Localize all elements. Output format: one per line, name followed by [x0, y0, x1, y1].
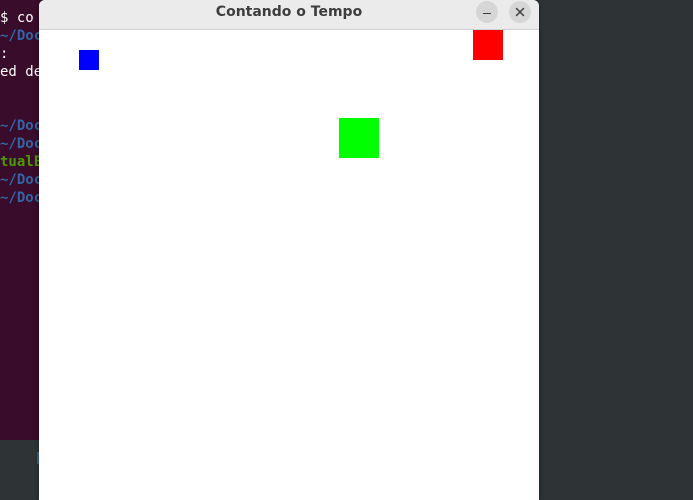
minimize-icon: [483, 12, 491, 15]
terminal-line: tualE: [0, 154, 43, 170]
app-window[interactable]: Contando o Tempo: [39, 0, 539, 500]
close-icon: [515, 7, 525, 17]
desktop: $ co ~/Doc : ed de ~/Doc ~/Doc tualE ~/D…: [0, 0, 693, 500]
terminal-line: $ co: [0, 10, 34, 26]
window-title: Contando o Tempo: [215, 4, 363, 20]
close-button[interactable]: [509, 1, 531, 23]
red-square: [473, 30, 503, 60]
terminal-line: ~/Doc: [0, 118, 43, 134]
titlebar[interactable]: Contando o Tempo: [39, 0, 539, 30]
terminal-line: ~/Doc: [0, 172, 43, 188]
drawing-canvas[interactable]: [39, 30, 539, 500]
minimize-button[interactable]: [476, 1, 498, 23]
blue-square: [79, 50, 99, 70]
green-square: [339, 118, 379, 158]
terminal-scroll-area: [0, 440, 40, 500]
terminal-line: ~/Doc: [0, 190, 43, 206]
terminal-line: :: [0, 46, 9, 62]
terminal-line: ~/Doc: [0, 136, 43, 152]
terminal-line: ~/Doc: [0, 28, 43, 44]
terminal-line: ed de: [0, 64, 43, 80]
